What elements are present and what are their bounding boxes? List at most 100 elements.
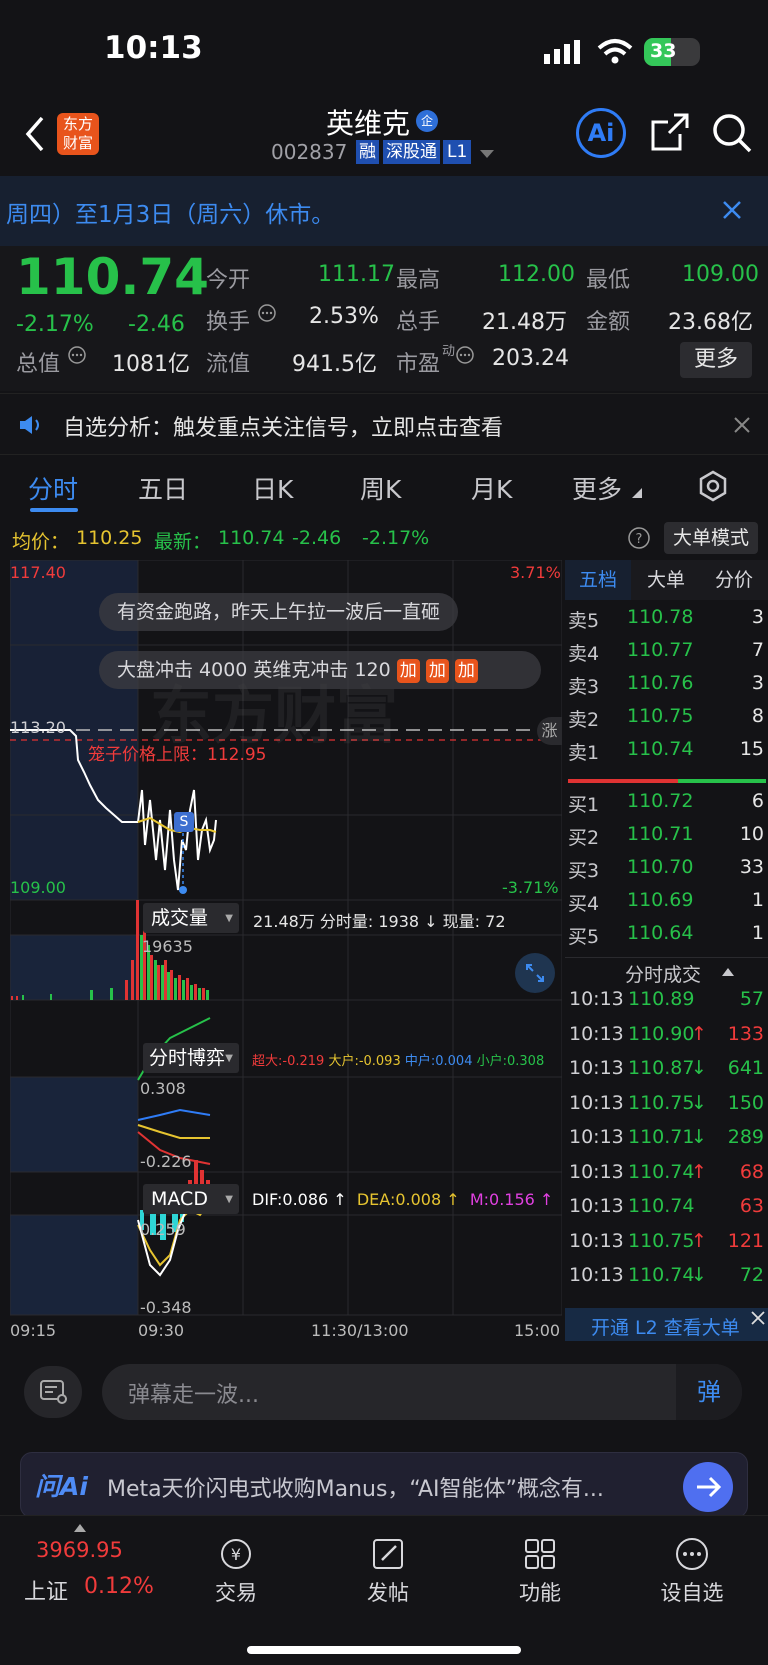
signal-icon [544,40,580,64]
tick-row: 10:13 110.75 ↓ 150 [565,1092,768,1126]
speaker-icon [20,416,39,434]
macd-dif: DIF:0.086 ↑ [252,1190,347,1209]
bid-row[interactable]: 买4 110.69 1 [565,889,768,922]
more-button[interactable]: 更多 [680,342,752,378]
bid-row[interactable]: 买1 110.72 6 [565,790,768,823]
tab-weekly-k[interactable]: 周K [360,470,401,506]
ask-row[interactable]: 卖3 110.76 3 [565,672,768,705]
tab-intraday[interactable]: 分时 [28,470,78,506]
tick-price: 110.75 [628,1091,695,1114]
index-pct[interactable]: 0.12% [84,1574,154,1599]
index-value[interactable]: 3969.95 [36,1538,123,1562]
low-value: 109.00 [682,262,759,287]
tab-monthly-k[interactable]: 月K [471,470,512,506]
gear-icon[interactable] [697,470,729,502]
change-amount: -2.46 [128,312,185,337]
ask-row[interactable]: 卖2 110.75 8 [565,705,768,738]
home-indicator [247,1646,521,1654]
index-name[interactable]: 上证 [24,1574,68,1606]
analysis-notice[interactable]: 自选分析：触发重点关注信号，立即点击查看 [0,393,768,455]
expand-button[interactable] [515,953,555,993]
y-top-pct: 3.71% [510,563,561,582]
ai-arrow-button[interactable] [683,1462,733,1512]
danmu-bullet-text: 大盘冲击 4000 英维克冲击 120 [117,659,391,681]
danmu-input[interactable]: 弹幕走一波... 弹 [102,1364,742,1420]
bottom-nav: 3969.95 上证 0.12% ¥ 交易 发帖 功能 设自选 [0,1515,768,1665]
chevron-up-icon[interactable] [722,968,734,976]
nav-trade[interactable]: ¥ 交易 [176,1536,296,1607]
ticks-title[interactable]: 分时成交 [625,960,701,987]
high-label: 最高 [396,268,441,293]
close-icon[interactable] [751,1311,765,1325]
tick-volume: 641 [727,1057,764,1079]
grid-icon [525,1539,555,1569]
tab-five-level[interactable]: 五档 [565,560,631,600]
tick-time: 10:13 [569,1091,624,1114]
close-icon[interactable] [722,200,742,220]
period-tabs: 分时 五日 日K 周K 月K 更多 [0,458,768,512]
arrow-right-icon [697,1476,722,1498]
fund-large: 大户:-0.093 [328,1054,401,1069]
level-price: 110.64 [627,922,694,944]
tick-time: 10:13 [569,1126,624,1148]
float-value: 941.5亿 [292,352,377,377]
info-icon[interactable] [258,304,276,322]
back-icon[interactable] [24,116,46,152]
bid-row[interactable]: 买5 110.64 1 [565,922,768,955]
help-icon[interactable]: ? [628,527,650,549]
market-closure-banner[interactable]: 周四）至1月3日（周六）休市。 [0,176,768,246]
ask-row[interactable]: 卖5 110.78 3 [565,606,768,639]
tick-price: 110.75 [628,1229,695,1252]
bid-row[interactable]: 买2 110.71 10 [565,823,768,856]
level-price: 110.71 [627,823,694,845]
tab-more[interactable]: 更多 [572,470,622,506]
nav-watchlist[interactable]: 设自选 [632,1536,752,1607]
volume-indicator-select[interactable]: 成交量 ▼ [143,903,239,933]
ai-news-card[interactable]: 问Ai Meta天价闪电式收购Manus，“AI智能体”概念有... [20,1452,748,1518]
sell-marker[interactable]: S [174,812,194,832]
nav-post[interactable]: 发帖 [328,1536,448,1607]
danmu-settings-icon [40,1380,67,1404]
info-icon[interactable] [456,346,474,364]
pe-value: 203.24 [492,346,569,371]
danmu-settings-button[interactable] [24,1366,82,1418]
intraday-chart[interactable]: 东方财富 117.40 3.71% 113.20 涨 笼子价格上限：112.95… [10,560,562,1340]
brand-text-bottom: 财富 [62,134,93,152]
ask-row[interactable]: 卖1 110.74 15 [565,738,768,771]
danmu-send-button[interactable]: 弹 [676,1364,742,1420]
stock-name: 英维克 [326,107,411,140]
avg-label: 均价： [12,531,70,553]
close-icon[interactable] [734,417,750,433]
search-icon[interactable] [711,112,753,154]
level-price: 110.72 [627,790,694,812]
x-tick-label: 11:30/13:00 [311,1321,409,1340]
share-icon[interactable] [650,112,690,152]
badge-level: L1 [443,140,472,164]
info-icon[interactable] [68,346,86,364]
fund-indicator-select[interactable]: 分时博弈 ▼ [143,1043,239,1073]
nav-watchlist-label: 设自选 [660,1581,724,1605]
tab-daily-k[interactable]: 日K [252,470,293,506]
nav-features[interactable]: 功能 [480,1536,600,1607]
chevron-down-icon[interactable] [480,150,494,159]
macd-indicator-select[interactable]: MACD ▼ [143,1184,239,1214]
tab-big-order[interactable]: 大单 [633,560,699,600]
brand-logo[interactable]: 东方 财富 [57,113,99,155]
ask-ratio-bar [568,779,678,783]
big-order-mode-button[interactable]: 大单模式 [664,522,758,554]
level-price: 110.69 [627,889,694,911]
ask-row[interactable]: 卖4 110.77 7 [565,639,768,672]
tick-volume: 72 [739,1264,764,1286]
bid-row[interactable]: 买3 110.70 33 [565,856,768,889]
status-bar: 10:13 33 [0,0,768,100]
level-label: 买3 [568,860,600,882]
tick-volume: 63 [739,1195,764,1217]
tab-price-dist[interactable]: 分价 [701,560,767,600]
tab-five-day[interactable]: 五日 [138,470,188,506]
float-label: 流值 [206,352,251,377]
tick-row: 10:13 110.87 ↓ 641 [565,1057,768,1091]
battery-icon: 33 [644,38,700,66]
ai-button[interactable]: Ai [576,108,626,158]
l2-upgrade-banner[interactable]: 开通 L2 查看大单 [565,1308,768,1341]
level-label: 卖4 [568,643,600,665]
